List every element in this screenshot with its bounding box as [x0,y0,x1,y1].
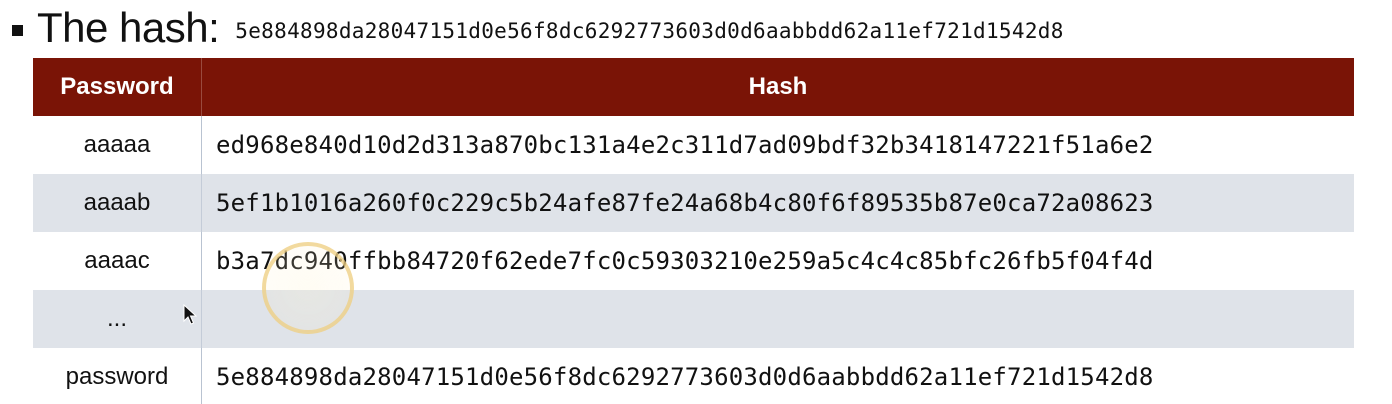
hash-cell: 5e884898da28047151d0e56f8dc6292773603d0d… [201,348,1354,404]
hash-cell: b3a7dc940ffbb84720f62ede7fc0c59303210e25… [201,232,1354,290]
table-row: aaaab 5ef1b1016a260f0c229c5b24afe87fe24a… [33,174,1354,232]
headline-label: The hash: [37,4,220,51]
headline-hash-value: 5e884898da28047151d0e56f8dc6292773603d0d… [235,19,1064,43]
table-row: password 5e884898da28047151d0e56f8dc6292… [33,348,1354,404]
mouse-pointer-icon [183,304,197,325]
slide: The hash: 5e884898da28047151d0e56f8dc629… [0,0,1392,404]
column-header-password: Password [33,58,202,116]
password-cell: aaaac [33,232,202,290]
hash-cell [201,290,1354,348]
table-row: aaaaa ed968e840d10d2d313a870bc131a4e2c31… [33,116,1354,174]
password-cell: ... [33,290,202,348]
hash-cell: 5ef1b1016a260f0c229c5b24afe87fe24a68b4c8… [201,174,1354,232]
password-cell: aaaab [33,174,202,232]
table-row: ... [33,290,1354,348]
bullet-square-icon [12,24,23,36]
password-cell: aaaaa [33,116,202,174]
column-header-hash: Hash [201,58,1354,116]
table-header-row: Password Hash [33,58,1354,116]
table-row: aaaac b3a7dc940ffbb84720f62ede7fc0c59303… [33,232,1354,290]
password-cell: password [33,348,202,404]
hash-cell: ed968e840d10d2d313a870bc131a4e2c311d7ad0… [201,116,1354,174]
headline: The hash: 5e884898da28047151d0e56f8dc629… [12,2,1064,54]
hash-table: Password Hash aaaaa ed968e840d10d2d313a8… [33,58,1354,404]
